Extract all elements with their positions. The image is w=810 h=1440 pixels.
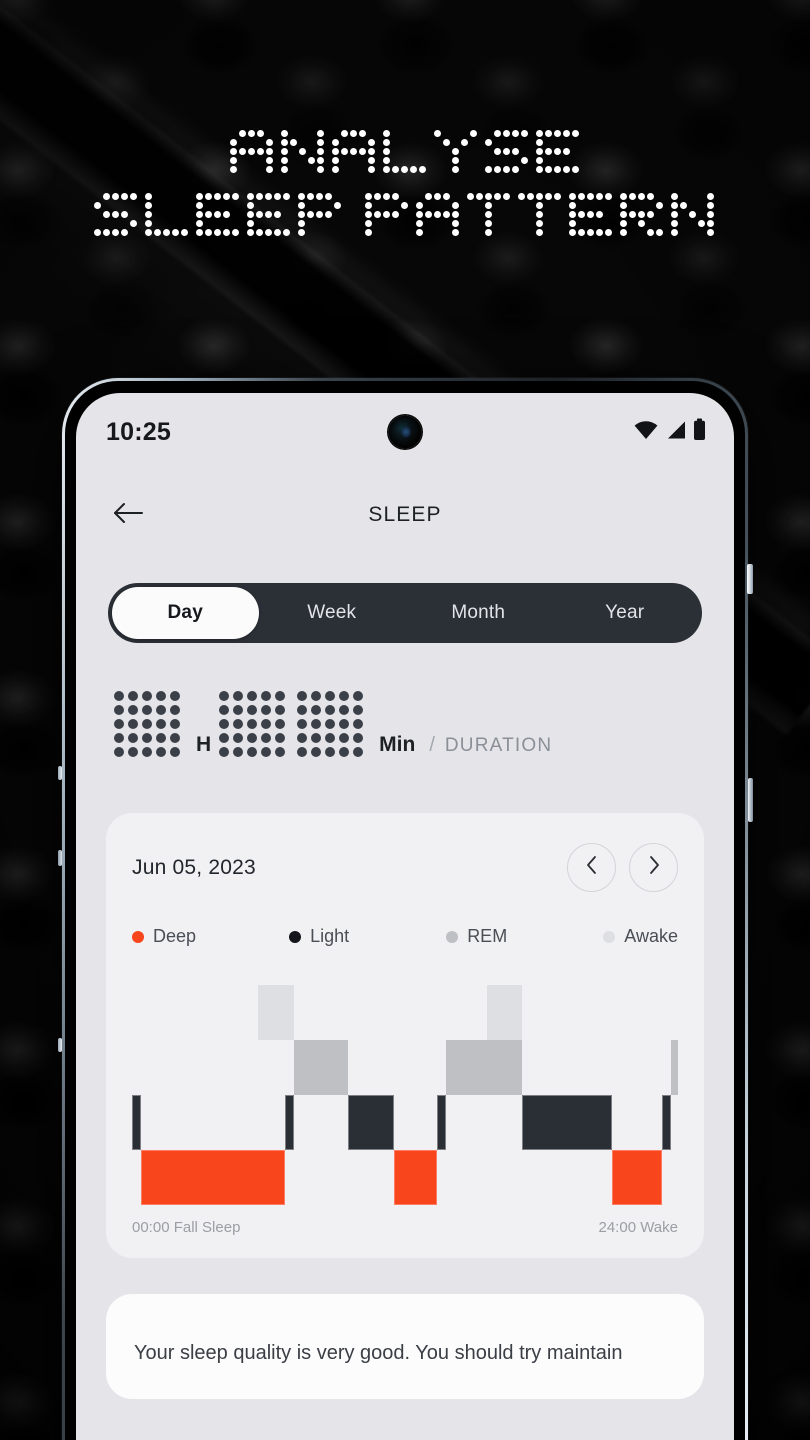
dot-glyph-r	[620, 193, 665, 238]
next-day-button[interactable]	[629, 843, 678, 892]
hypnogram-segment-awake	[486, 985, 523, 1040]
tab-year[interactable]: Year	[552, 587, 699, 639]
axis-label-start: 00:00 Fall Sleep	[132, 1219, 241, 1236]
legend-dot-icon	[289, 930, 302, 943]
left-side-button-bottom[interactable]	[58, 1038, 62, 1052]
dot-glyph-t	[467, 193, 512, 238]
legend-label: Light	[310, 926, 350, 946]
status-bar-icons	[634, 418, 706, 446]
dot-glyph-t	[518, 193, 563, 238]
dot-glyph-a	[331, 130, 377, 175]
wifi-icon	[634, 420, 658, 444]
hypnogram-segment-light	[436, 1095, 447, 1150]
battery-icon	[693, 418, 706, 446]
previous-day-button[interactable]	[567, 843, 616, 892]
dot-glyph-p	[298, 193, 343, 238]
chart-card-header: Jun 05, 2023	[132, 843, 678, 892]
hypnogram-segment-deep	[140, 1150, 285, 1205]
legend-item-light: Light	[289, 926, 446, 947]
duration-minutes-digits	[215, 691, 371, 761]
axis-label-end: 24:00 Wake	[598, 1219, 679, 1236]
dot-glyph-e	[247, 193, 292, 238]
dot-glyph-s	[484, 130, 530, 175]
phone-bezel: 10:25 SLEEP Day Week Month Year H Min / …	[65, 381, 745, 1440]
duration-separator: /	[429, 734, 435, 756]
dot-glyph-l	[145, 193, 190, 238]
poster-headline	[0, 130, 810, 238]
hypnogram-segment-light	[522, 1095, 613, 1150]
dot-glyph-a	[416, 193, 461, 238]
hypnogram-segment-light	[347, 1095, 395, 1150]
date-nav-buttons	[567, 843, 678, 892]
phone-device: 10:25 SLEEP Day Week Month Year H Min / …	[58, 378, 753, 1440]
sleep-tip-card: Your sleep quality is very good. You sho…	[106, 1294, 704, 1399]
dot-glyph-e	[569, 193, 614, 238]
sleep-hypnogram-chart	[132, 985, 678, 1205]
volume-button[interactable]	[748, 778, 753, 822]
phone-screen: 10:25 SLEEP Day Week Month Year H Min / …	[76, 393, 734, 1440]
dot-glyph-n	[280, 130, 326, 175]
tab-week[interactable]: Week	[259, 587, 406, 639]
hypnogram-segment-rem	[293, 1040, 348, 1095]
legend-item-rem: REM	[446, 926, 603, 947]
duration-minutes-unit: Min	[379, 733, 416, 756]
legend-item-deep: Deep	[132, 926, 289, 947]
legend-label: Deep	[153, 926, 197, 946]
dot-glyph-2	[297, 691, 367, 761]
chart-date: Jun 05, 2023	[132, 855, 256, 879]
tab-month[interactable]: Month	[405, 587, 552, 639]
poster-scene: 10:25 SLEEP Day Week Month Year H Min / …	[0, 0, 810, 1440]
cellular-signal-icon	[665, 420, 686, 444]
dot-glyph-s	[94, 193, 139, 238]
sleep-chart-card: Jun 05, 2023 Deep Light REM Awake 00:00 …	[106, 813, 704, 1258]
dot-glyph-p	[365, 193, 410, 238]
hypnogram-segment-awake	[257, 985, 294, 1040]
left-side-button-top[interactable]	[58, 766, 62, 780]
legend-dot-icon	[446, 930, 459, 943]
hypnogram-segment-light	[661, 1095, 672, 1150]
app-header: SLEEP	[76, 471, 734, 559]
duration-hours-digits	[110, 691, 188, 761]
period-tabs-wrapper: Day Week Month Year	[76, 559, 734, 643]
status-bar-clock: 10:25	[106, 417, 171, 446]
hypnogram-segment-light	[132, 1095, 141, 1150]
chart-legend: Deep Light REM Awake	[132, 926, 678, 947]
duration-label: DURATION	[444, 735, 553, 756]
hypnogram-segment-rem	[671, 1040, 678, 1095]
dot-glyph-1	[219, 691, 289, 761]
hypnogram-segment-rem	[446, 1040, 523, 1095]
dot-glyph-e	[535, 130, 581, 175]
legend-label: REM	[467, 926, 508, 946]
hypnogram-segment-deep	[612, 1150, 662, 1205]
left-side-button-middle[interactable]	[58, 850, 62, 866]
legend-dot-icon	[132, 930, 144, 943]
headline-line-2	[0, 193, 810, 238]
front-camera-icon	[388, 415, 422, 449]
status-bar: 10:25	[76, 393, 734, 471]
legend-dot-icon	[603, 930, 616, 943]
dot-glyph-8	[114, 691, 184, 761]
sleep-tip-text: Your sleep quality is very good. You sho…	[134, 1342, 623, 1364]
dot-glyph-l	[382, 130, 428, 175]
dot-glyph-e	[196, 193, 241, 238]
duration-hours-unit: H	[196, 733, 212, 756]
hypnogram-segment-light	[284, 1095, 294, 1150]
headline-line-1	[0, 130, 810, 175]
dot-glyph-y	[433, 130, 479, 175]
sleep-duration-summary: H Min / DURATION	[76, 643, 734, 761]
legend-label: Awake	[624, 926, 678, 946]
chevron-left-icon	[585, 855, 599, 880]
page-title: SLEEP	[368, 503, 442, 526]
power-button[interactable]	[747, 564, 753, 594]
dot-glyph-a	[229, 130, 275, 175]
chart-axis-labels: 00:00 Fall Sleep 24:00 Wake	[132, 1219, 678, 1236]
period-tabs: Day Week Month Year	[108, 583, 702, 643]
tab-day[interactable]: Day	[112, 587, 259, 639]
dot-glyph-n	[671, 193, 716, 238]
legend-item-awake: Awake	[603, 926, 678, 947]
chevron-right-icon	[647, 855, 661, 880]
hypnogram-segment-deep	[394, 1150, 437, 1205]
